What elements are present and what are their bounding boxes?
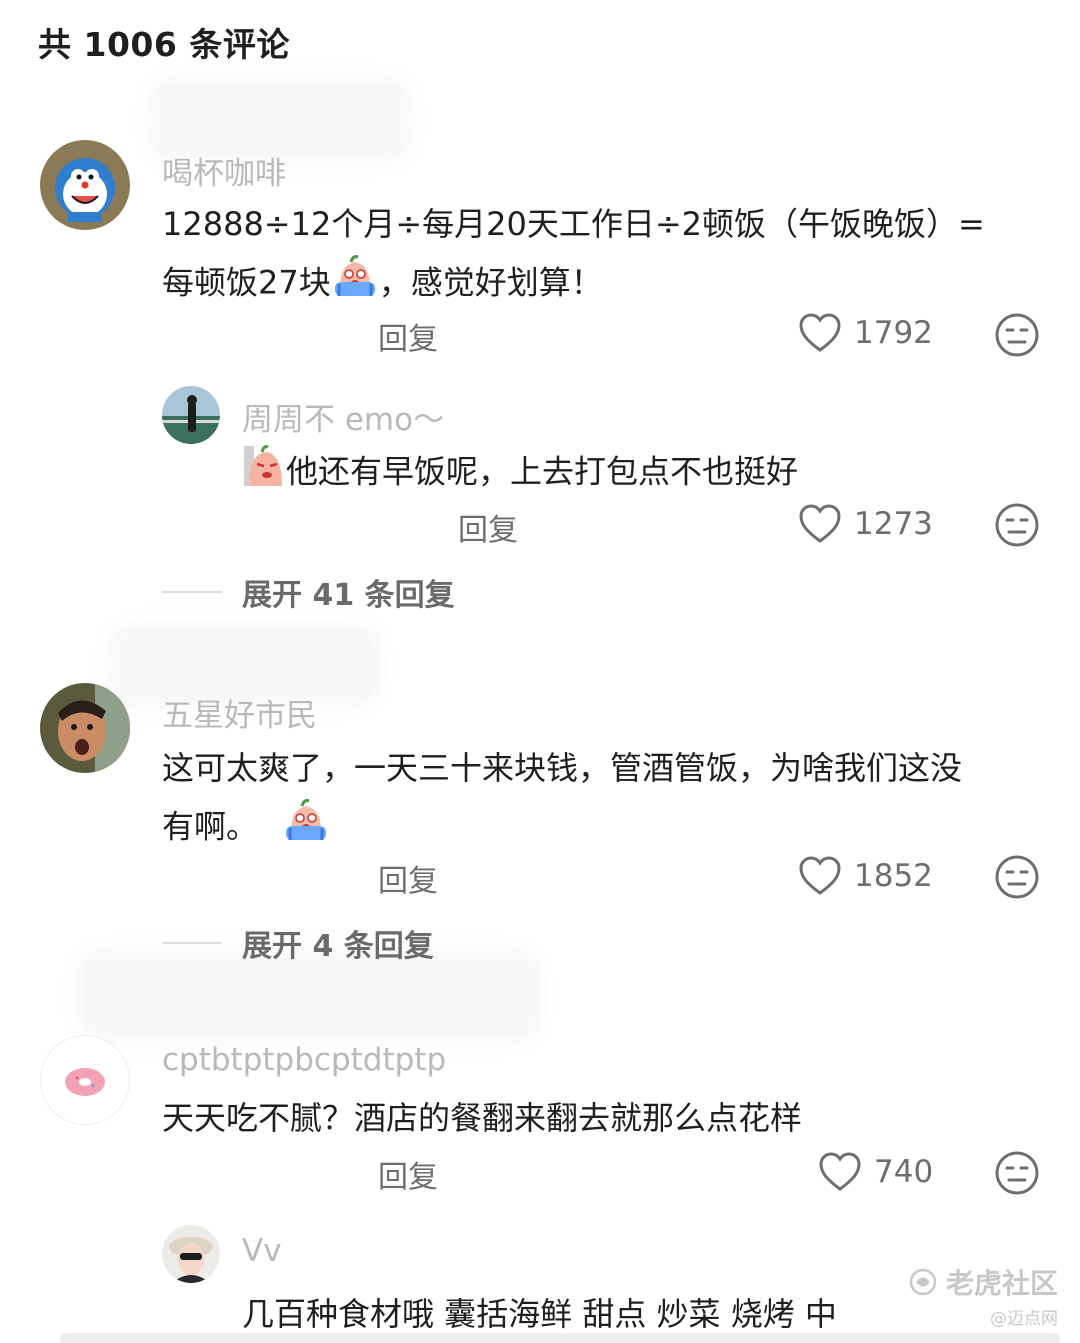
reply-button[interactable]: 回复 <box>378 314 438 358</box>
like-count: 1792 <box>854 315 933 351</box>
comment-text-segment: 每顿饭27块 <box>162 263 331 302</box>
comments-count-title: 共 1006 条评论 <box>38 25 290 64</box>
reply-username[interactable]: 周周不 emo～ <box>242 394 444 439</box>
dislike-button[interactable] <box>994 854 1040 904</box>
dislike-button[interactable] <box>994 502 1040 552</box>
heart-outline-icon <box>799 856 841 895</box>
expand-replies-button[interactable]: 展开 41 条回复 <box>162 570 455 614</box>
divider <box>162 942 222 944</box>
like-button[interactable]: 740 <box>818 1151 933 1193</box>
watermark-sub-text: @迈点网 <box>990 1309 1058 1329</box>
like-button[interactable]: 1792 <box>798 312 933 354</box>
crying-emoji-icon <box>282 796 330 861</box>
avatar[interactable] <box>40 1035 130 1125</box>
avatar[interactable] <box>40 140 130 230</box>
comment-username[interactable]: 喝杯咖啡 <box>162 148 286 193</box>
reply-text: 他还有早饭呢，上去打包点不也挺好 <box>242 442 798 505</box>
bottom-bar <box>60 1333 1060 1343</box>
tiger-logo-icon <box>909 1268 937 1296</box>
heart-outline-icon <box>819 1152 861 1191</box>
comment-text-line: 每顿饭27块 ，感觉好划算！ <box>162 252 603 317</box>
neutral-face-icon <box>995 313 1039 357</box>
comment-username[interactable]: cptbtptpbcptdtptp <box>162 1042 446 1078</box>
comment-username[interactable]: 五星好市民 <box>162 690 317 735</box>
neutral-face-icon <box>995 503 1039 547</box>
expand-replies-label: 展开 41 条回复 <box>242 578 455 613</box>
dislike-button[interactable] <box>994 1150 1040 1200</box>
comment-text-line: 天天吃不腻？酒店的餐翻来翻去就那么点花样 <box>162 1099 803 1137</box>
reply-button[interactable]: 回复 <box>378 856 438 900</box>
heart-outline-icon <box>799 504 841 543</box>
like-count: 740 <box>874 1154 934 1190</box>
expand-replies-label: 展开 4 条回复 <box>242 929 434 964</box>
smirk-emoji-icon <box>242 442 286 505</box>
avatar[interactable] <box>162 1225 220 1283</box>
avatar[interactable] <box>162 386 220 444</box>
reply-button[interactable]: 回复 <box>458 505 518 549</box>
like-count: 1273 <box>854 506 933 542</box>
expand-replies-button[interactable]: 展开 4 条回复 <box>162 921 434 965</box>
divider <box>162 591 222 593</box>
dislike-button[interactable] <box>994 312 1040 362</box>
avatar[interactable] <box>40 683 130 773</box>
comment-text-line: 12888÷12个月÷每月20天工作日÷2顿饭（午饭晚饭）= <box>162 205 985 243</box>
like-button[interactable]: 1273 <box>798 503 933 545</box>
watermark-main-text: 老虎社区 <box>945 1267 1058 1300</box>
neutral-face-icon <box>995 1151 1039 1195</box>
neutral-face-icon <box>995 855 1039 899</box>
crying-emoji-icon <box>331 252 379 317</box>
comment-text-line: 有啊。 <box>162 796 330 861</box>
reply-button[interactable]: 回复 <box>378 1152 438 1196</box>
comment-text-line: 这可太爽了，一天三十来块钱，管酒管饭，为啥我们这没 <box>162 749 963 787</box>
comment-text-segment: ，感觉好划算！ <box>378 263 603 302</box>
heart-outline-icon <box>799 313 841 352</box>
reply-username[interactable]: Vv <box>242 1233 282 1269</box>
like-button[interactable]: 1852 <box>798 855 933 897</box>
like-count: 1852 <box>854 858 933 894</box>
comment-text-segment: 有啊。 <box>162 807 259 846</box>
reply-text-segment: 他还有早饭呢，上去打包点不也挺好 <box>286 452 799 491</box>
watermark: 老虎社区 @迈点网 <box>906 1262 1058 1329</box>
